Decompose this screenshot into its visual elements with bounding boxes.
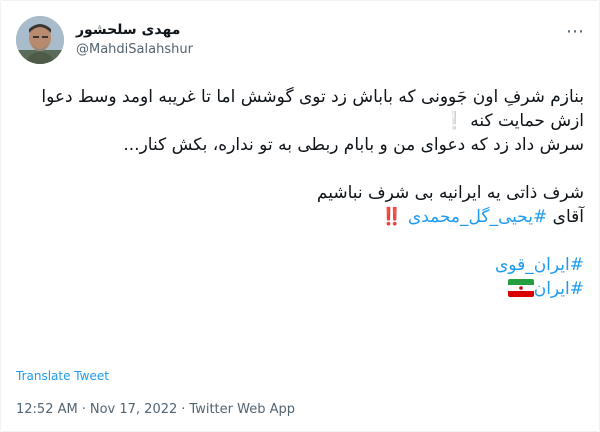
tweet-line: بنازم شرفِ اون جَوونی که باباش زد توی گو… [41, 87, 584, 131]
tweet-source[interactable]: Twitter Web App [189, 402, 295, 417]
tweet-line: شرف ذاتی یه ایرانیه بی شرف نباشیم [316, 183, 584, 203]
tweet-line: #ایران_قوی [14, 253, 584, 277]
avatar-image [16, 16, 64, 64]
hashtag-link[interactable]: #ایران_قوی [495, 255, 584, 275]
hashtag-link[interactable]: #ایران [534, 279, 584, 299]
tweet-line: #ایران [14, 277, 584, 301]
translate-tweet-link[interactable]: Translate Tweet [16, 369, 109, 383]
tweet-text-fragment: آقای [547, 207, 584, 227]
hashtag-link[interactable]: #یحیی_گل_محمدی [408, 207, 547, 227]
tweet-metadata: 12:52 AM · Nov 17, 2022 · Twitter Web App [16, 402, 295, 417]
tweet-line: آقای #یحیی_گل_محمدی ‼️ [14, 205, 584, 229]
separator: · [81, 402, 86, 417]
double-exclamation-icon: ‼️ [381, 207, 408, 227]
more-icon: ⋯ [566, 20, 584, 42]
tweet-text: بنازم شرفِ اون جَوونی که باباش زد توی گو… [14, 85, 584, 301]
author-handle[interactable]: @MahdiSalahshur [76, 41, 193, 59]
separator: · [181, 402, 186, 417]
tweet-time[interactable]: 12:52 AM [16, 402, 78, 417]
author-display-name[interactable]: مهدی سلحشور [76, 21, 193, 39]
iran-flag-icon [507, 279, 534, 297]
tweet-date[interactable]: Nov 17, 2022 [90, 402, 177, 417]
avatar[interactable] [16, 16, 64, 64]
tweet-card: مهدی سلحشور @MahdiSalahshur ⋯ بنازم شرفِ… [0, 0, 600, 432]
more-options-button[interactable]: ⋯ [561, 17, 589, 45]
tweet-line: سرش داد زد که دعوای من و بابام ربطی به ت… [123, 135, 584, 155]
author-info: مهدی سلحشور @MahdiSalahshur [76, 21, 193, 59]
